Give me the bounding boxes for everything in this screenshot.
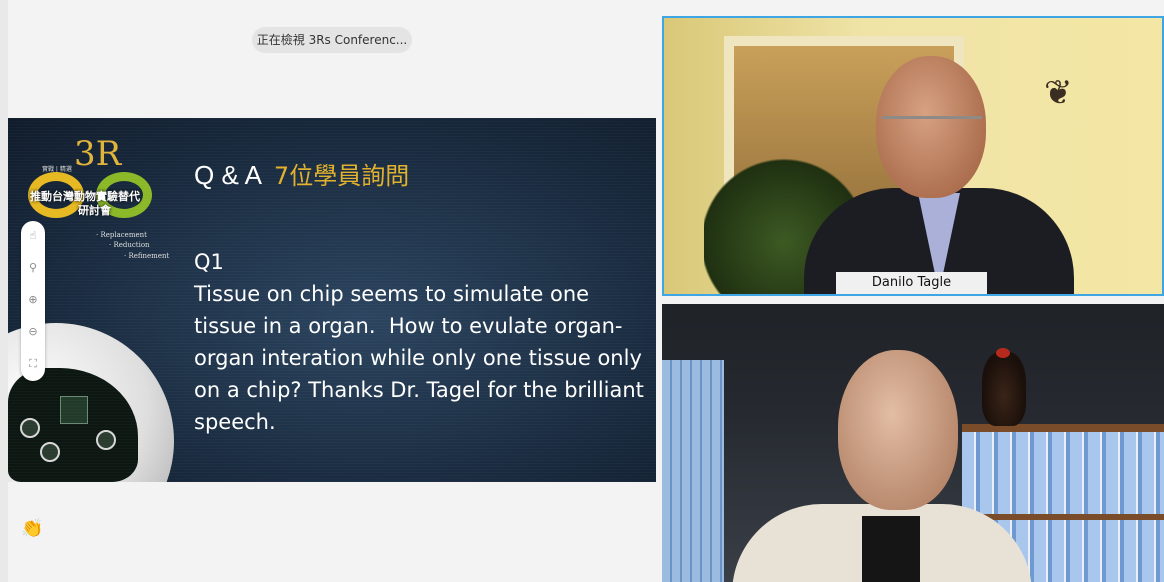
- participant-tile[interactable]: [662, 304, 1164, 582]
- logo-small-text: 實戰 | 精選: [42, 166, 72, 173]
- slide-title-qa: Q & A: [194, 160, 262, 190]
- viewing-banner[interactable]: 正在檢視 3Rs Conferenc...: [252, 27, 412, 53]
- shared-slide: 3R 實戰 | 精選 推動台灣動物實驗替代 研討會 · Replacement …: [8, 118, 656, 482]
- slide-question-text: Q1 Tissue on chip seems to simulate one …: [194, 250, 644, 434]
- logo-title-line2: 研討會: [78, 204, 111, 217]
- tagline-replacement: · Replacement: [96, 231, 147, 239]
- zoom-in-icon[interactable]: ⊕: [21, 293, 45, 306]
- annotation-toolbar: ☝ ⚲ ⊕ ⊖ ⛶: [21, 221, 45, 381]
- participant-undershirt: [862, 516, 920, 582]
- participant-head: [838, 350, 958, 510]
- slide-title-count: 7位學員詢問: [273, 162, 410, 190]
- cursor-icon[interactable]: ⚲: [21, 261, 45, 274]
- circuit-node: [20, 418, 40, 438]
- rooster-comb: [996, 348, 1010, 358]
- participant-name-label: Danilo Tagle: [836, 272, 987, 294]
- bookshelf-left: [662, 360, 724, 582]
- rooster-statue: [982, 352, 1026, 426]
- participant-tile-active-speaker[interactable]: ❦: [662, 16, 1164, 296]
- zoom-out-icon[interactable]: ⊖: [21, 325, 45, 338]
- glasses: [882, 116, 982, 139]
- wall-decoration-icon: ❦: [1044, 73, 1073, 113]
- tagline-refinement: · Refinement: [124, 252, 170, 260]
- logo-3r: 3R: [74, 134, 122, 174]
- window-edge: [0, 0, 8, 582]
- circuit-node: [96, 430, 116, 450]
- circuit-node: [40, 442, 60, 462]
- fit-screen-icon[interactable]: ⛶: [21, 357, 45, 371]
- chip-graphic: [60, 396, 88, 424]
- conference-logo: 3R 實戰 | 精選 推動台灣動物實驗替代 研討會: [26, 134, 166, 244]
- slide-title: Q & A 7位學員詢問: [194, 156, 409, 191]
- tagline-reduction: · Reduction: [109, 241, 150, 249]
- clapping-hands-icon[interactable]: 👏: [21, 518, 43, 539]
- hand-icon[interactable]: ☝: [21, 229, 45, 242]
